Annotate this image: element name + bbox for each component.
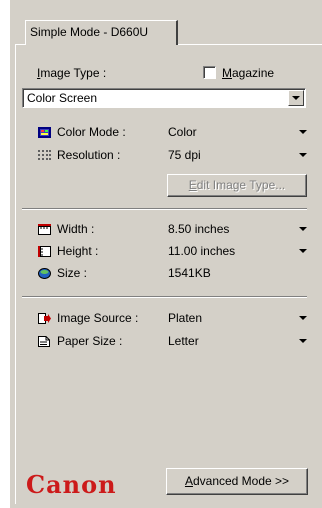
- size-value: 1541KB: [168, 266, 211, 280]
- color-mode-label: Color Mode :: [57, 125, 126, 139]
- scanner-source-icon: [38, 313, 51, 324]
- width-value[interactable]: 8.50 inches: [168, 222, 229, 236]
- width-label: Width :: [57, 222, 95, 236]
- color-mode-dropdown-icon[interactable]: [299, 130, 307, 134]
- height-ruler-icon: [38, 246, 51, 257]
- color-mode-value[interactable]: Color: [168, 125, 197, 139]
- color-mode-icon: [38, 127, 51, 138]
- height-label: Height :: [57, 244, 99, 258]
- magazine-checkbox[interactable]: [203, 66, 216, 79]
- height-dropdown-icon[interactable]: [299, 249, 307, 253]
- height-value[interactable]: 11.00 inches: [168, 244, 235, 258]
- edit-image-type-button[interactable]: Edit Image Type...: [167, 174, 307, 197]
- advanced-mode-button[interactable]: Advanced Mode >>: [166, 468, 308, 495]
- advanced-mode-label: dvanced Mode >>: [192, 474, 290, 488]
- width-ruler-icon: [38, 224, 51, 235]
- canon-logo: Canon: [26, 470, 117, 499]
- magazine-label[interactable]: Magazine: [222, 66, 274, 80]
- separator: [22, 296, 307, 298]
- paper-size-value[interactable]: Letter: [168, 334, 199, 348]
- edit-image-type-label: dit Image Type...: [196, 178, 286, 192]
- width-dropdown-icon[interactable]: [299, 227, 307, 231]
- resolution-dropdown-icon[interactable]: [299, 153, 307, 157]
- resolution-value[interactable]: 75 dpi: [168, 148, 201, 162]
- advanced-mode-mnemonic: A: [184, 474, 193, 488]
- disk-size-icon: [38, 268, 51, 279]
- magazine-label-rest: agazine: [232, 66, 275, 80]
- separator: [22, 208, 307, 210]
- size-label: Size :: [57, 266, 88, 280]
- paper-size-label: Paper Size :: [57, 334, 123, 348]
- paper-icon: [38, 336, 50, 347]
- resolution-grid-icon: [38, 150, 51, 160]
- image-source-value[interactable]: Platen: [168, 311, 202, 325]
- magazine-mnemonic: M: [222, 66, 232, 80]
- image-type-select[interactable]: Color Screen: [22, 88, 306, 108]
- tab-simple-mode-label: Simple Mode - D660U: [30, 25, 149, 39]
- image-source-label: Image Source :: [57, 311, 139, 325]
- image-type-selected: Color Screen: [27, 91, 98, 105]
- chevron-down-icon: [292, 96, 300, 100]
- image-type-dropdown-button[interactable]: [288, 90, 304, 106]
- tab-strip: Simple Mode - D660U: [10, 0, 322, 46]
- image-source-dropdown-icon[interactable]: [299, 316, 307, 320]
- paper-size-dropdown-icon[interactable]: [299, 339, 307, 343]
- image-type-label: Image Type :: [37, 66, 106, 80]
- image-type-label-rest: mage Type :: [40, 66, 107, 80]
- tab-simple-mode[interactable]: Simple Mode - D660U: [25, 20, 178, 45]
- resolution-label: Resolution :: [57, 148, 121, 162]
- edit-image-type-mnemonic: E: [188, 178, 197, 192]
